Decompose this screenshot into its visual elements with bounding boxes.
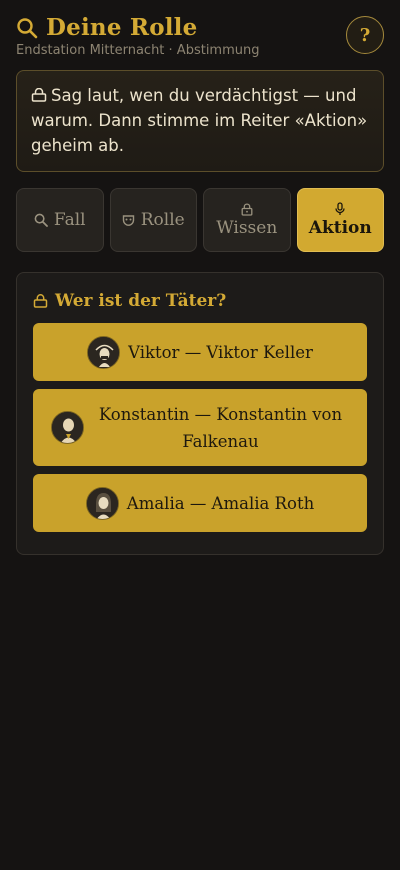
tab-rolle[interactable]: Rolle	[109, 188, 197, 252]
tab-aktion[interactable]: Aktion	[296, 188, 384, 252]
mask-icon	[122, 214, 134, 226]
vote-card-title: Wer ist der Täter?	[33, 291, 367, 311]
search-icon	[34, 213, 48, 227]
vote-option-label: Konstantin — Konstantin von Falkenau	[98, 404, 343, 451]
tab-label: Rolle	[140, 210, 185, 230]
header: Deine Rolle Endstation Mitternacht · Abs…	[16, 14, 384, 66]
vote-option-viktor[interactable]: Viktor — Viktor Keller	[33, 323, 367, 381]
tab-label: Wissen	[216, 217, 278, 238]
viktor-avatar	[87, 335, 121, 369]
vote-option-konstantin[interactable]: Konstantin — Konstantin von Falkenau	[33, 389, 367, 466]
tab-label: Aktion	[308, 218, 372, 238]
konstantin-avatar	[51, 411, 84, 444]
vote-option-amalia[interactable]: Amalia — Amalia Roth	[33, 474, 367, 532]
title-row: Deine Rolle	[16, 14, 384, 41]
lock-icon	[241, 203, 253, 216]
tab-fall[interactable]: Fall	[16, 188, 104, 252]
vote-option-label: Viktor — Viktor Keller	[128, 342, 313, 362]
vote-title-text: Wer ist der Täter?	[55, 291, 227, 311]
tab-wissen[interactable]: Wissen	[203, 188, 291, 252]
page-title: Deine Rolle	[46, 14, 198, 41]
vote-card: Wer ist der Täter? Viktor — Viktor Kelle…	[16, 272, 384, 555]
lock-icon	[33, 294, 48, 308]
instruction-box: Sag laut, wen du verdächtigst — und waru…	[16, 70, 384, 172]
tab-label: Fall	[53, 210, 86, 230]
instruction-text: Sag laut, wen du verdächtigst — und waru…	[31, 86, 368, 155]
page-subtitle: Endstation Mitternacht · Abstimmung	[16, 43, 260, 58]
lock-icon	[31, 88, 47, 102]
microphone-icon	[335, 202, 345, 215]
amalia-avatar	[85, 486, 119, 520]
search-icon	[17, 17, 38, 38]
help-button[interactable]: ?	[346, 16, 384, 54]
vote-option-label: Amalia — Amalia Roth	[126, 493, 315, 513]
tab-bar: Fall Rolle Wissen Aktion	[16, 188, 384, 252]
